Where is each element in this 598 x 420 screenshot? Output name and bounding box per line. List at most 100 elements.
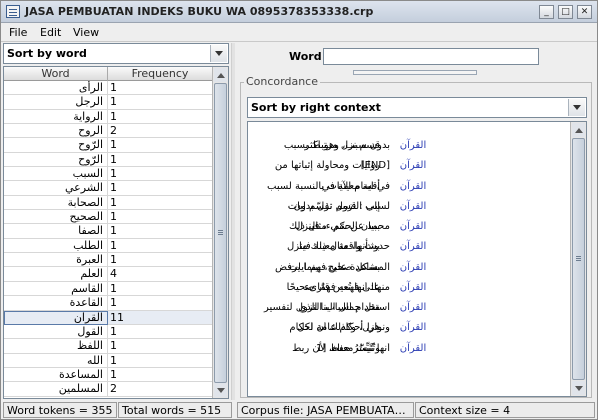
word-cell: الرّوح: [4, 152, 108, 167]
word-cell: العبرة: [4, 253, 108, 268]
scroll-up-arrow[interactable]: [572, 123, 585, 137]
status-bar: Word tokens = 355 Total words = 515 Corp…: [1, 401, 597, 419]
concordance-panel: Word Concordance Sort by right context ب…: [237, 43, 595, 400]
frequency-cell: 1: [110, 324, 117, 338]
table-row[interactable]: العبرة 1: [4, 253, 212, 268]
word-input[interactable]: [323, 48, 539, 65]
word-cell: الروح: [4, 124, 108, 139]
table-row[interactable]: القاعدة 1: [4, 296, 212, 311]
concordance-line[interactable]: محمد عن شيء، فينزل القرآن ببيان الحكم، مثا…: [248, 221, 570, 241]
frequency-cell: 1: [110, 138, 117, 152]
table-row[interactable]: الشرعي 1: [4, 181, 212, 196]
close-button[interactable]: ✕: [577, 5, 592, 19]
table-row[interactable]: العلم 4: [4, 267, 212, 282]
menu-view[interactable]: View: [73, 26, 99, 39]
scrollbar-thumb[interactable]: [572, 138, 585, 380]
table-row[interactable]: الرأى 1: [4, 81, 212, 96]
word-frequency-table: Word Frequency الرأى 1 الرجل 1 الرواية 1 الروح…: [3, 66, 229, 399]
keyword: القرآن: [399, 241, 427, 253]
menu-edit[interactable]: Edit: [40, 26, 61, 39]
right-context: وتُثَبِّتُ معناه، لأن ربط: [292, 342, 380, 354]
table-row[interactable]: الرواية 1: [4, 109, 212, 125]
split-pane-divider[interactable]: [231, 43, 235, 400]
concordance-line[interactable]: ونوازل، وكذلك أن أحكام القرآن هي أحكام عام…: [248, 322, 570, 342]
status-total-words: Total words = 515: [118, 402, 232, 418]
frequency-cell: 1: [110, 167, 117, 181]
right-context: مثل جمال البنا الذي: [298, 302, 380, 313]
chevron-down-icon[interactable]: [210, 45, 227, 62]
table-row[interactable]: القول 1: [4, 324, 212, 340]
word-cell: الصفا: [4, 224, 108, 239]
concordance-line[interactable]: منها: أنها تُعين قارىء القرآن على فهمه فهم…: [248, 282, 570, 302]
column-header-frequency[interactable]: Frequency: [108, 67, 212, 81]
right-context: أقسام الآيات بالنسبة لسبب: [267, 180, 380, 192]
scroll-down-arrow[interactable]: [214, 383, 227, 397]
frequency-cell: 1: [110, 95, 117, 109]
frequency-cell: 1: [110, 109, 117, 123]
concordance-scrollbar[interactable]: [570, 122, 586, 396]
table-row[interactable]: الله 1: [4, 353, 212, 368]
table-row[interactable]: الصفا 1: [4, 224, 212, 239]
concordance-line[interactable]: في آية معينة في القرآن أقسام الآيات بالنسب…: [248, 181, 570, 201]
word-cell: القرآن: [4, 310, 108, 325]
word-cell: القاعدة: [4, 296, 108, 311]
table-row[interactable]: القرآن 11: [4, 310, 212, 325]
word-table-scrollbar[interactable]: [212, 67, 228, 398]
frequency-cell: 1: [110, 195, 117, 209]
status-word-tokens: Word tokens = 355: [3, 402, 117, 418]
table-row[interactable]: الرّوح 1: [4, 138, 212, 153]
right-context: قسم نزل مرتبط بسبب: [283, 140, 380, 151]
menu-file[interactable]: File: [9, 26, 27, 39]
scroll-up-arrow[interactable]: [214, 68, 227, 82]
context-sort-value: Sort by right context: [251, 101, 381, 114]
scroll-down-arrow[interactable]: [572, 381, 585, 395]
app-window: JASA PEMBUATAN INDEKS BUKU WA 0895378353…: [0, 0, 598, 420]
keyword: القرآن: [399, 261, 427, 273]
concordance-line[interactable]: بدون سبب، وهو أكثر القرآن قسم نزل مرتبط بس…: [248, 140, 570, 160]
keyword: القرآن: [399, 221, 427, 232]
table-row[interactable]: الرجل 1: [4, 95, 212, 110]
right-context: بشكل صحيح، بينما يرفض: [275, 261, 380, 273]
frequency-cell: 1: [110, 353, 117, 367]
table-row[interactable]: المسلمين 2: [4, 382, 212, 397]
minimize-button[interactable]: _: [539, 5, 554, 19]
keyword: القرآن: [399, 322, 427, 334]
concordance-line[interactable]: أنها تُيسّرُ حفظ [1 القرآن وتُثَبِّتُ معنا…: [248, 343, 570, 363]
concordance-group: Concordance Sort by right context بدون س…: [240, 75, 592, 398]
frequency-cell: 1: [110, 81, 117, 94]
table-row[interactable]: الصحابة 1: [4, 195, 212, 211]
table-row[interactable]: اللفظ 1: [4, 339, 212, 354]
table-header: Word Frequency: [4, 67, 212, 81]
concordance-line[interactable]: لسبب النزول تقسّم آيات القرآن إلى : قسم نز…: [248, 201, 570, 221]
keyword: القرآن: [399, 200, 427, 212]
concordance-line[interactable]: حدوث واقعة معينة فينزل القرآن بشأنها، مثال…: [248, 241, 570, 261]
table-row[interactable]: الصحيح 1: [4, 210, 212, 225]
word-sort-dropdown[interactable]: Sort by word: [3, 43, 229, 64]
table-row[interactable]: الروح 2: [4, 124, 212, 139]
table-row[interactable]: السبب 1: [4, 167, 212, 182]
word-cell: الصحابة: [4, 195, 108, 210]
word-sort-value: Sort by word: [7, 47, 87, 60]
concordance-line[interactable]: [END] القرآن روايات ومحاولة إثباتها من: [248, 160, 570, 180]
keyword: القرآن: [399, 302, 427, 313]
chevron-down-icon[interactable]: [568, 99, 585, 116]
concordance-line[interactable]: استخدام أسباب النزول لتفسير القرآن مثل جما…: [248, 302, 570, 322]
word-cell: الرأى: [4, 81, 108, 95]
right-context: بشأنها، مثال ذلك ما: [299, 241, 380, 253]
frequency-cell: 1: [110, 281, 117, 295]
column-header-word[interactable]: Word: [4, 67, 108, 81]
word-list-panel: Sort by word Word Frequency الرأى 1 الرجل 1…: [3, 43, 229, 400]
scrollbar-thumb[interactable]: [214, 83, 227, 383]
concordance-line[interactable]: المساعدة على فهم آيات القرآن بشكل صحيح، بي…: [248, 262, 570, 282]
context-sort-dropdown[interactable]: Sort by right context: [247, 97, 587, 118]
word-cell: اللفظ: [4, 339, 108, 354]
table-row[interactable]: القاسم 1: [4, 281, 212, 297]
maximize-button[interactable]: □: [558, 5, 573, 19]
word-field-label: Word: [289, 50, 322, 63]
menu-bar: File Edit View: [1, 23, 597, 42]
frequency-cell: 1: [110, 367, 117, 381]
table-row[interactable]: الطلب 1: [4, 238, 212, 254]
table-row[interactable]: الرّوح 1: [4, 152, 212, 168]
frequency-cell: 1: [110, 253, 117, 267]
table-row[interactable]: المساعدة 1: [4, 367, 212, 383]
